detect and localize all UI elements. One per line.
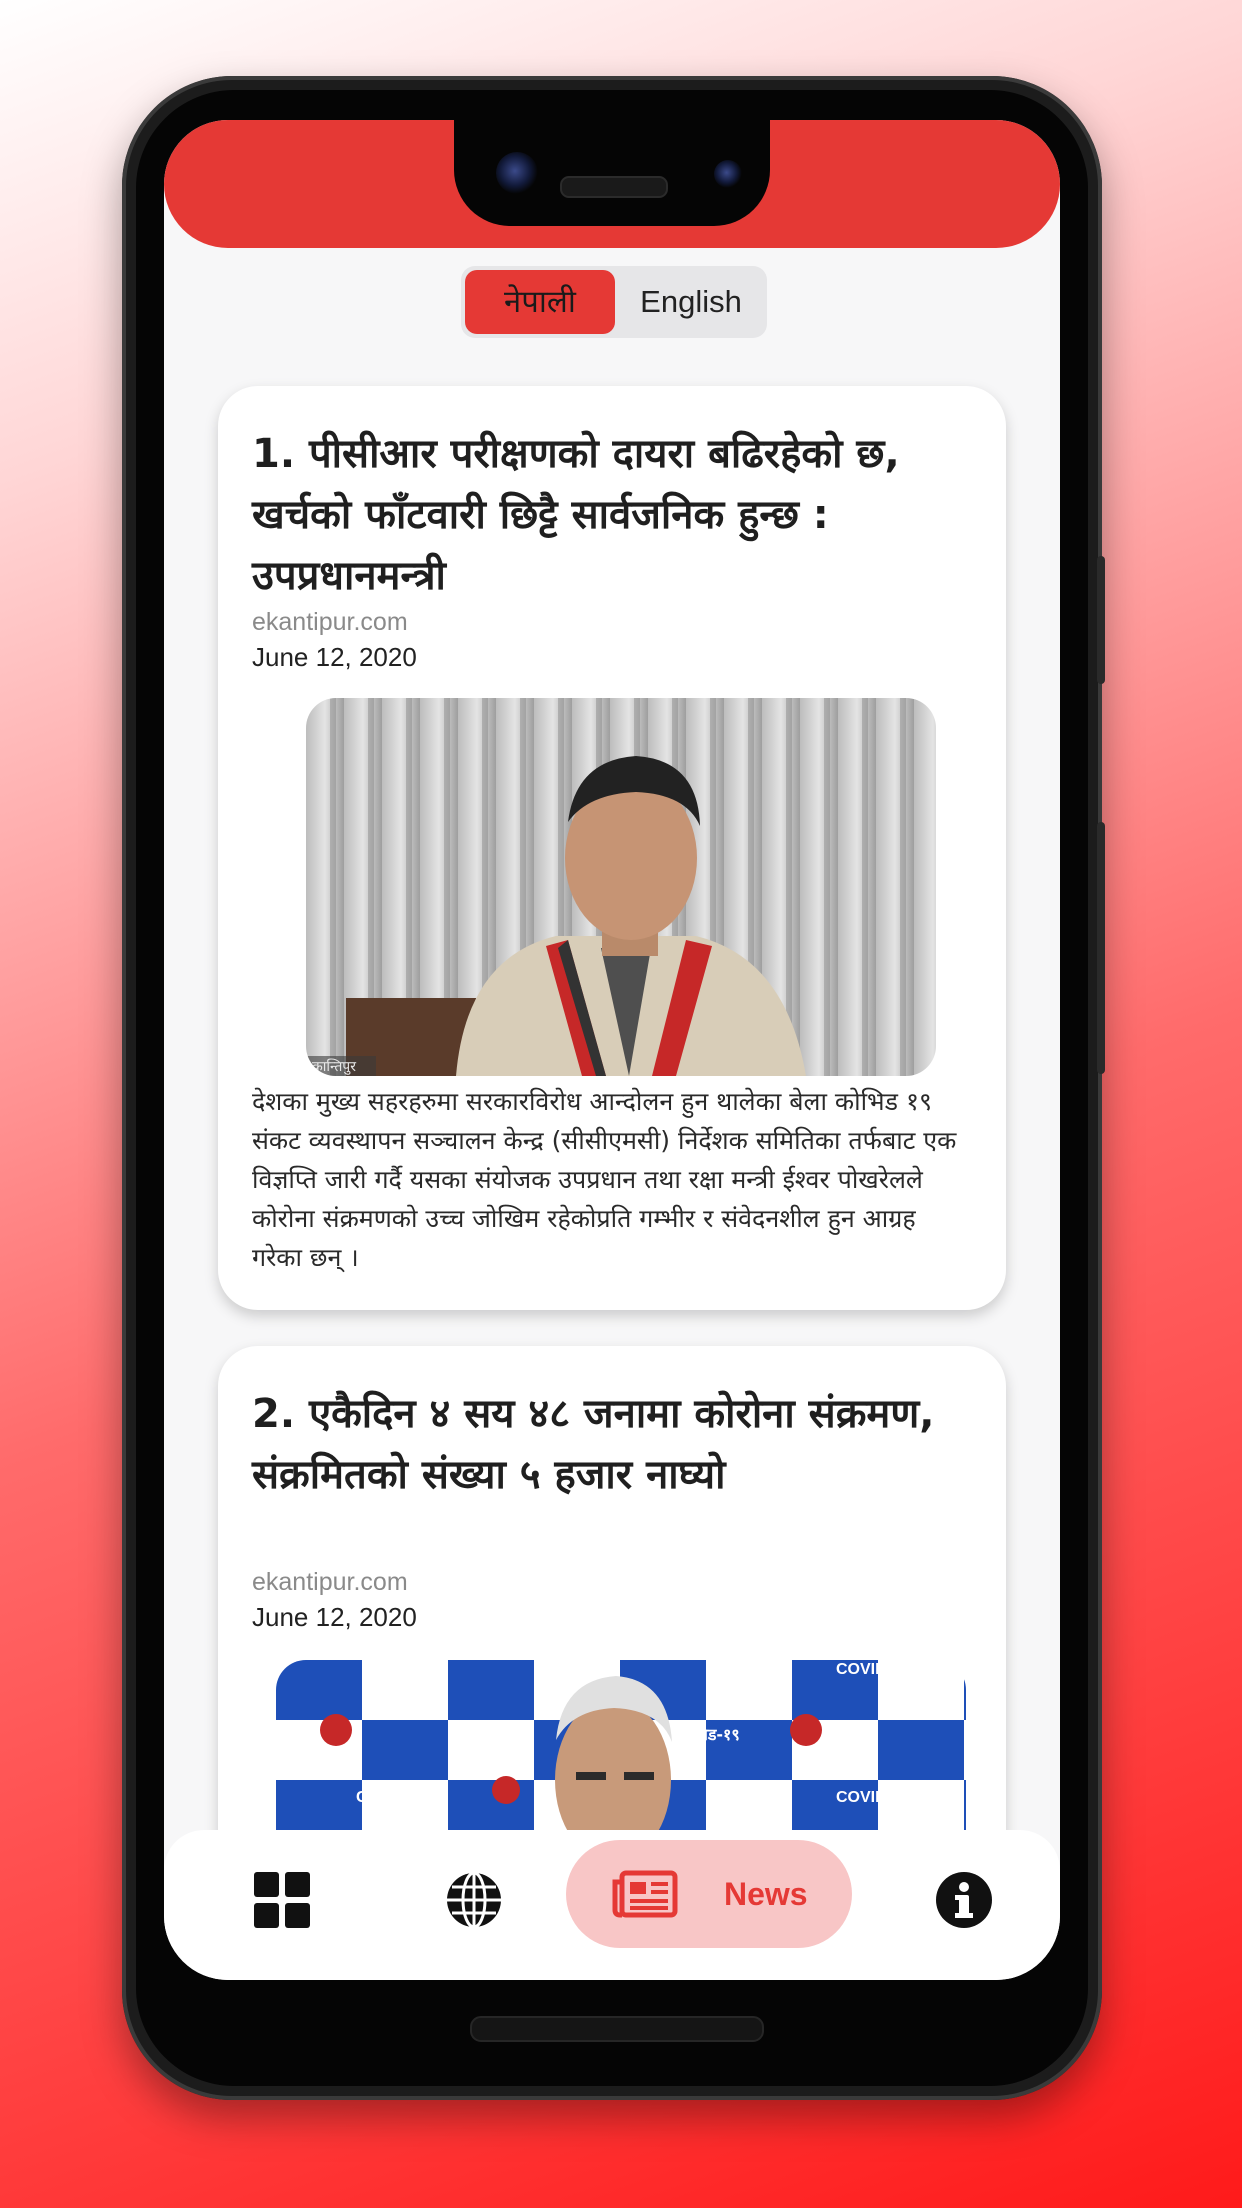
language-english-button[interactable]: English: [621, 270, 761, 334]
article-title: 2. एकैदिन ४ सय ४८ जनामा कोरोना संक्रमण, …: [252, 1391, 935, 1498]
article-description: देशका मुख्य सहरहरुमा सरकारविरोध आन्दोलन …: [252, 1087, 957, 1272]
backdrop-text: COVID-19: [836, 1661, 910, 1678]
dashboard-grid-icon: [254, 1872, 310, 1928]
bottom-navigation: News: [164, 1830, 1060, 1980]
front-camera: [496, 152, 538, 194]
newspaper-icon: [612, 1870, 678, 1918]
language-toggle: नेपाली English: [461, 266, 767, 338]
power-button: [1097, 556, 1105, 684]
front-sensor: [714, 160, 742, 188]
minister-photo: कान्तिपुर: [306, 698, 936, 1076]
app-screen: नेपाली English 1. पीसीआर परीक्षणको दायरा…: [164, 120, 1060, 1980]
volume-button: [1097, 822, 1105, 1074]
article-image[interactable]: कान्तिपुर: [306, 698, 936, 1076]
language-nepali-button[interactable]: नेपाली: [465, 270, 615, 334]
earpiece-speaker: [560, 176, 668, 198]
article-source: ekantipur.com: [252, 608, 408, 636]
backdrop-text-np: कोभिड-१९: [675, 1725, 740, 1744]
image-watermark: कान्तिपुर: [312, 1058, 356, 1075]
nav-dashboard[interactable]: [252, 1870, 312, 1930]
bottom-speaker-grille: [470, 2016, 764, 2042]
nav-world[interactable]: [444, 1870, 504, 1930]
article-date: June 12, 2020: [252, 1602, 417, 1632]
article-date: June 12, 2020: [252, 642, 417, 672]
info-icon: [936, 1872, 992, 1928]
news-card[interactable]: 1. पीसीआर परीक्षणको दायरा बढिरहेको छ, खर…: [218, 386, 1006, 1310]
nav-info[interactable]: [934, 1870, 994, 1930]
article-source: ekantipur.com: [252, 1568, 408, 1596]
nav-news[interactable]: News: [566, 1840, 852, 1948]
backdrop-text: COVID-19: [836, 1789, 910, 1806]
nav-news-label: News: [724, 1876, 808, 1912]
article-title: 1. पीसीआर परीक्षणको दायरा बढिरहेको छ, खर…: [252, 431, 900, 599]
globe-icon: [447, 1871, 501, 1929]
backdrop-text: COVID-19: [356, 1789, 430, 1806]
